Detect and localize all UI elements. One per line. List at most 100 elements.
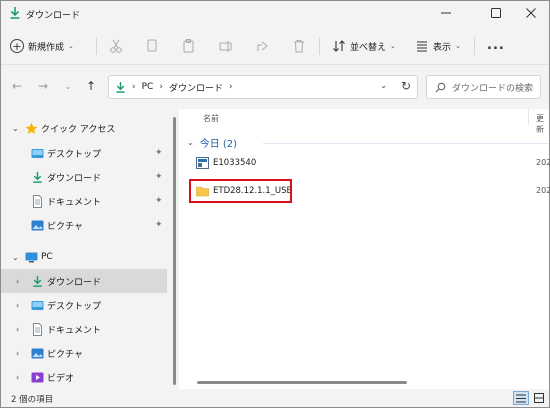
- sidebar-item-label: PC: [41, 252, 53, 262]
- recent-locations-button[interactable]: ⌄: [59, 77, 77, 95]
- sidebar-item-label: ドキュメント: [47, 197, 102, 208]
- sidebar-item-label: デスクトップ: [47, 149, 102, 160]
- list-item[interactable]: E1033540 202: [191, 153, 550, 173]
- tiles-view-button[interactable]: [531, 391, 547, 405]
- sort-label: 並べ替え: [350, 42, 387, 53]
- refresh-icon[interactable]: ↻: [401, 79, 411, 93]
- status-bar: 2 個の項目: [1, 389, 549, 407]
- chevron-down-icon[interactable]: ⌄: [12, 253, 19, 262]
- breadcrumb-pc[interactable]: PC: [142, 82, 154, 92]
- chevron-right-icon: ›: [159, 82, 163, 92]
- view-label: 表示: [433, 42, 452, 53]
- download-icon: [116, 81, 125, 93]
- chevron-right-icon: ›: [228, 82, 233, 92]
- navigation-row: ← → ⌄ ↑ › PC › ダウンロード › ⌄ ↻ ダウンロードの検索: [1, 65, 549, 109]
- details-view-icon: [516, 394, 526, 402]
- sidebar-item-pc-downloads[interactable]: › ダウンロード: [1, 269, 167, 293]
- download-icon: [10, 7, 20, 19]
- copy-icon[interactable]: [144, 38, 160, 54]
- document-icon: [33, 194, 42, 208]
- file-date: 202: [536, 186, 550, 195]
- command-bar: + 新規作成 ⌄ 並べ替え ⌄ 表示 ⌄ ...: [1, 27, 549, 65]
- pin-icon: ✦: [155, 220, 163, 230]
- separator: [319, 37, 320, 55]
- up-button[interactable]: ↑: [82, 77, 100, 95]
- new-label: 新規作成: [28, 42, 65, 53]
- file-name: E1033540: [213, 158, 257, 168]
- video-icon: [31, 372, 44, 382]
- sidebar-item-label: デスクトップ: [47, 301, 102, 312]
- view-button[interactable]: 表示 ⌄: [415, 35, 461, 57]
- minimize-button[interactable]: [429, 1, 463, 25]
- item-count: 2 個の項目: [11, 395, 54, 405]
- maximize-button[interactable]: [479, 1, 513, 25]
- sidebar-item-pc-documents[interactable]: › ドキュメント: [1, 317, 167, 341]
- delete-icon[interactable]: [291, 38, 307, 54]
- pin-icon: ✦: [155, 148, 163, 158]
- sidebar-item-label: ダウンロード: [47, 173, 102, 184]
- breadcrumb-downloads[interactable]: ダウンロード: [169, 81, 223, 94]
- sidebar-item-label: ダウンロード: [47, 277, 102, 288]
- computer-icon: [25, 252, 38, 262]
- navigation-pane: ⌄ クイック アクセス デスクトップ ✦ ダウンロード ✦ ドキュメント ✦ ピ…: [1, 109, 177, 389]
- pin-icon: ✦: [155, 196, 163, 206]
- rename-icon[interactable]: [218, 38, 234, 54]
- sidebar-item-pc-videos[interactable]: › ビデオ: [1, 365, 167, 389]
- chevron-right-icon[interactable]: ›: [16, 325, 19, 334]
- sidebar-item-pictures[interactable]: ピクチャ ✦: [1, 213, 167, 237]
- new-button[interactable]: + 新規作成 ⌄: [10, 35, 74, 57]
- group-header-today[interactable]: ⌄ 今日 (2): [187, 135, 237, 150]
- chevron-right-icon[interactable]: ›: [16, 301, 19, 310]
- sidebar-item-label: クイック アクセス: [41, 124, 116, 135]
- sidebar-item-downloads[interactable]: ダウンロード ✦: [1, 165, 167, 189]
- chevron-right-icon[interactable]: ›: [16, 349, 19, 358]
- sidebar-item-quick-access[interactable]: ⌄ クイック アクセス: [1, 116, 167, 140]
- cut-icon[interactable]: [108, 38, 124, 54]
- search-placeholder: ダウンロードの検索: [452, 83, 534, 94]
- sidebar-item-pc[interactable]: ⌄ PC: [1, 245, 167, 269]
- chevron-down-icon: ⌄: [64, 81, 72, 91]
- chevron-down-icon[interactable]: ⌄: [12, 124, 19, 133]
- more-options-button[interactable]: ...: [487, 38, 505, 53]
- details-view-button[interactable]: [513, 391, 529, 405]
- group-divider: [263, 143, 549, 144]
- close-button[interactable]: [514, 1, 548, 25]
- back-button[interactable]: ←: [8, 77, 26, 95]
- column-divider[interactable]: [528, 109, 529, 125]
- sidebar-item-documents[interactable]: ドキュメント ✦: [1, 189, 167, 213]
- download-icon: [33, 275, 42, 287]
- column-header-name[interactable]: 名前: [203, 113, 219, 124]
- sort-button[interactable]: 並べ替え ⌄: [332, 35, 396, 57]
- search-icon: [435, 82, 446, 92]
- download-icon: [33, 171, 42, 183]
- arrow-right-icon: →: [37, 79, 49, 93]
- address-bar[interactable]: › PC › ダウンロード › ⌄ ↻: [108, 75, 418, 99]
- tiles-view-icon: [534, 393, 544, 403]
- close-icon: [526, 8, 536, 18]
- sidebar-item-desktop[interactable]: デスクトップ ✦: [1, 141, 167, 165]
- paste-icon[interactable]: [181, 38, 197, 54]
- sidebar-item-pc-desktop[interactable]: › デスクトップ: [1, 293, 167, 317]
- share-icon[interactable]: [255, 38, 271, 54]
- sidebar-item-pc-pictures[interactable]: › ピクチャ: [1, 341, 167, 365]
- column-header-date[interactable]: 更新: [536, 113, 549, 135]
- chevron-down-icon: ⌄: [68, 42, 74, 50]
- minimize-icon: [441, 12, 451, 14]
- file-list-pane: 名前 更新 ⌄ 今日 (2) E1033540 202 ETD28.12.1.1…: [179, 109, 550, 389]
- search-box[interactable]: ダウンロードの検索: [426, 75, 541, 99]
- pin-icon: ✦: [155, 172, 163, 182]
- separator: [96, 37, 97, 55]
- horizontal-scrollbar[interactable]: [197, 381, 407, 384]
- sidebar-item-label: ドキュメント: [47, 325, 102, 336]
- sidebar-item-label: ビデオ: [47, 373, 75, 384]
- group-label: 今日 (2): [199, 139, 238, 150]
- pictures-icon: [31, 348, 44, 358]
- forward-button[interactable]: →: [34, 77, 52, 95]
- address-dropdown-icon[interactable]: ⌄: [380, 81, 387, 90]
- sidebar-scrollbar[interactable]: [173, 117, 176, 385]
- maximize-icon: [491, 8, 501, 18]
- chevron-right-icon[interactable]: ›: [16, 373, 19, 382]
- pictures-icon: [31, 220, 44, 230]
- chevron-right-icon[interactable]: ›: [16, 277, 19, 286]
- chevron-down-icon: ⌄: [455, 42, 461, 50]
